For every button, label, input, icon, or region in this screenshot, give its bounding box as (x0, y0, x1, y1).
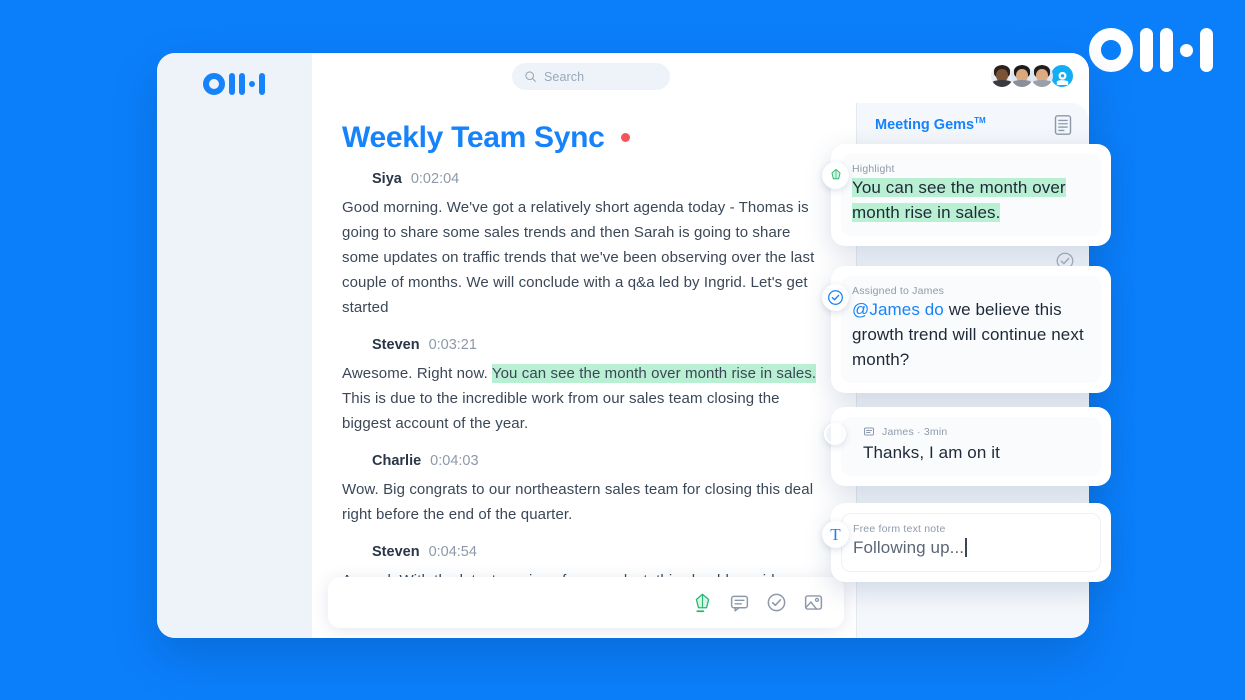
text-note-input[interactable]: Following up... (853, 535, 1089, 560)
brand-logo (1089, 26, 1213, 74)
search-placeholder: Search (544, 69, 585, 84)
utterance-text: Good morning. We've got a relatively sho… (342, 199, 815, 316)
text-note-icon-badge: T (822, 521, 849, 548)
utterance-text-after: This is due to the incredible work from … (342, 390, 780, 432)
notes-document-icon[interactable] (1053, 114, 1073, 136)
avatar-participant-3[interactable] (1029, 63, 1055, 89)
utterance-header: Steven 0:03:21 (342, 334, 826, 355)
text-note-icon: T (830, 524, 841, 544)
utterance-timestamp[interactable]: 0:04:03 (430, 453, 478, 469)
text-cursor (965, 538, 967, 557)
otter-logo-ring-icon (203, 73, 225, 95)
gem-card-body: Highlight You can see the month over mon… (841, 154, 1101, 236)
gem-card-meta: James · 3min (863, 426, 1090, 438)
meeting-gems-header: Meeting GemsTM (857, 103, 1089, 147)
highlighter-gem-icon[interactable] (692, 592, 713, 613)
gem-card-body: Free form text note Following up... (841, 513, 1101, 572)
gem-card-text: You can see the month over month rise in… (852, 178, 1066, 222)
utterance-header: Steven 0:04:54 (342, 541, 826, 562)
speaker-name: Steven (372, 543, 420, 560)
avatar-charlie[interactable] (342, 450, 363, 471)
gem-card-label: Assigned to James (852, 285, 945, 297)
utterance-timestamp[interactable]: 0:02:04 (411, 171, 459, 187)
gem-card-highlight[interactable]: Highlight You can see the month over mon… (822, 144, 1111, 246)
speaker-name: Steven (372, 336, 420, 353)
otter-logo-bar-2-icon (238, 73, 245, 95)
record-icon (1054, 68, 1070, 85)
transcript-utterance[interactable]: Siya 0:02:04 Good morning. We've got a r… (342, 168, 826, 320)
gem-card-body: Assigned to James @James do we believe t… (841, 276, 1101, 383)
mention-james[interactable]: @James do (852, 300, 944, 319)
recording-dot-icon (620, 133, 630, 142)
gem-card-label: James · 3min (882, 426, 948, 438)
speaker-name: Siya (372, 170, 402, 187)
utterance-timestamp[interactable]: 0:04:54 (429, 544, 477, 560)
transcript-utterance[interactable]: Charlie 0:04:03 Wow. Big congrats to our… (342, 450, 826, 527)
utterance-text: Awesome. Right now. You can see the mont… (342, 361, 826, 436)
otter-logo-dot-icon (248, 80, 255, 88)
gem-icon-badge (822, 162, 849, 189)
meeting-gems-title: Meeting GemsTM (875, 116, 986, 133)
speaker-name: Charlie (372, 452, 422, 469)
utterance-highlighted-text[interactable]: You can see the month over month rise in… (491, 364, 817, 383)
utterance-text-before: Awesome. Right now. (342, 365, 492, 382)
avatar-steven[interactable] (342, 541, 363, 562)
composer-bar[interactable] (328, 577, 844, 628)
comment-icon[interactable] (729, 592, 750, 613)
transcript-panel: Weekly Team Sync Siya 0:02:04 Good morni… (312, 103, 856, 638)
gem-card-text: @James do we believe this growth trend w… (852, 300, 1084, 369)
utterance-header: Charlie 0:04:03 (342, 450, 826, 471)
action-item-check-icon-badge (822, 284, 849, 311)
gem-card-comment[interactable]: James · 3min Thanks, I am on it (824, 407, 1111, 486)
otter-logo-bar-3-icon (1200, 28, 1213, 72)
action-item-check-icon[interactable] (766, 592, 787, 613)
avatar-steven[interactable] (342, 334, 363, 355)
transcript-utterance[interactable]: Steven 0:03:21 Awesome. Right now. You c… (342, 334, 826, 436)
gem-card-text: Thanks, I am on it (863, 443, 1000, 462)
comment-icon (864, 427, 874, 436)
avatar-siya[interactable] (342, 168, 363, 189)
avatar-james[interactable] (824, 423, 846, 445)
document-title: Weekly Team Sync (342, 121, 605, 154)
top-bar: Search (312, 53, 1089, 103)
gem-card-text-note[interactable]: T Free form text note Following up... (822, 503, 1111, 582)
search-icon (525, 71, 536, 82)
image-icon[interactable] (803, 592, 824, 613)
otter-logo-bar-3-icon (258, 73, 265, 95)
gem-card-body: James · 3min Thanks, I am on it (841, 417, 1101, 476)
search-input[interactable]: Search (512, 63, 670, 90)
page-title: Weekly Team Sync (342, 121, 826, 154)
gem-icon (831, 169, 840, 180)
utterance-timestamp[interactable]: 0:03:21 (429, 337, 477, 353)
sidebar (157, 53, 312, 638)
gem-card-label: Highlight (852, 163, 895, 175)
otter-logo-bar-1-icon (1140, 28, 1153, 72)
action-item-check-icon (828, 290, 843, 305)
sidebar-logo[interactable] (203, 71, 312, 97)
gem-card-label: Free form text note (853, 523, 946, 535)
utterance-header: Siya 0:02:04 (342, 168, 826, 189)
otter-logo-bar-1-icon (228, 73, 235, 95)
otter-logo-bar-2-icon (1160, 28, 1173, 72)
participant-avatars (989, 63, 1075, 89)
otter-logo-dot-icon (1180, 43, 1193, 57)
gem-card-action-item[interactable]: Assigned to James @James do we believe t… (822, 266, 1111, 393)
otter-logo-ring-icon (1089, 28, 1133, 72)
utterance-text: Wow. Big congrats to our northeastern sa… (342, 481, 814, 523)
